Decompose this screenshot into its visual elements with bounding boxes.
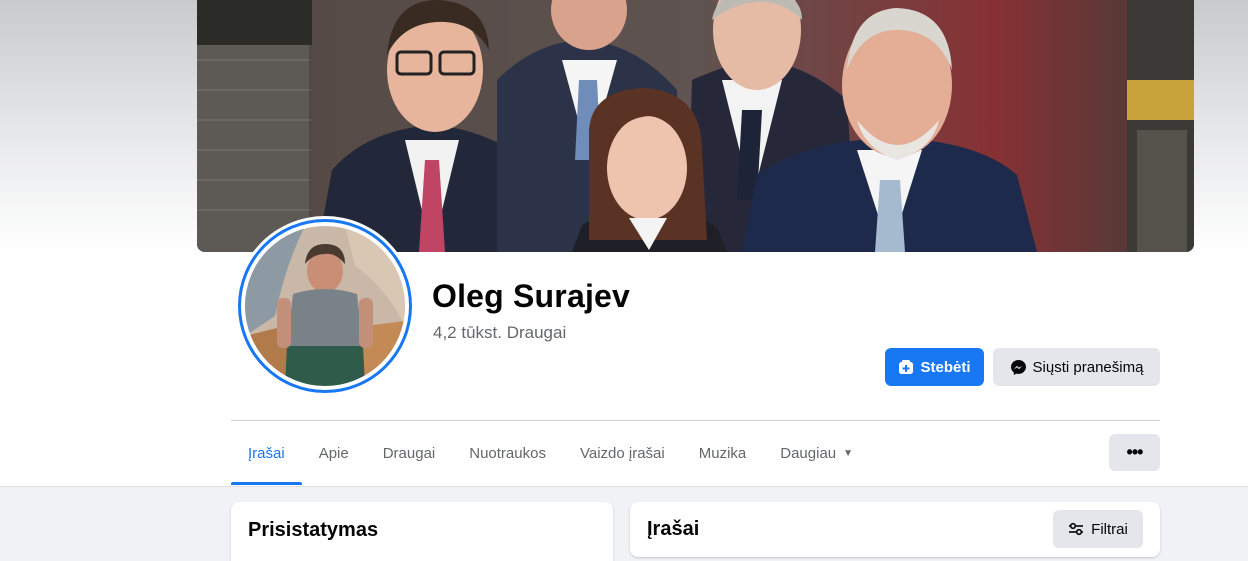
posts-title: Įrašai [647,518,700,540]
profile-tabs: Įrašai Apie Draugai Nuotraukos Vaizdo įr… [231,421,870,485]
filters-button[interactable]: Filtrai [1053,510,1143,548]
tab-more[interactable]: Daugiau ▼ [763,421,870,485]
tab-music[interactable]: Muzika [682,421,764,485]
tab-about[interactable]: Apie [302,421,366,485]
cover-photo[interactable] [197,0,1194,252]
messenger-icon [1010,359,1027,376]
tab-label: Apie [318,444,349,462]
more-options-button[interactable]: ••• [1109,434,1160,471]
tab-friends[interactable]: Draugai [366,421,453,485]
intro-card: Prisistatymas [231,502,613,561]
follow-icon [898,359,914,375]
send-message-label: Siųsti pranešimą [1032,358,1144,376]
tab-label: Nuotraukos [469,444,546,462]
intro-title: Prisistatymas [248,519,379,541]
profile-avatar[interactable] [235,216,415,396]
tab-label: Vaizdo įrašai [579,444,665,462]
profile-page: Oleg Surajev 4,2 tūkst. Draugai Stebėti … [0,0,1248,561]
tab-label: Įrašai [248,444,285,462]
tab-photos[interactable]: Nuotraukos [452,421,563,485]
tab-label: Muzika [698,444,747,462]
friends-count[interactable]: 4,2 tūkst. Draugai [433,323,566,343]
tab-label: Daugiau [780,444,837,462]
follow-button[interactable]: Stebėti [885,348,984,386]
ellipsis-icon: ••• [1126,442,1144,462]
tab-label: Draugai [382,444,436,462]
tab-posts[interactable]: Įrašai [231,421,302,485]
send-message-button[interactable]: Siųsti pranešimą [993,348,1160,386]
follow-label: Stebėti [920,358,971,376]
posts-card: Įrašai Filtrai [630,502,1160,557]
tab-videos[interactable]: Vaizdo įrašai [563,421,682,485]
caret-down-icon: ▼ [843,447,854,459]
avatar-image [245,226,405,386]
profile-name: Oleg Surajev [432,278,631,314]
filters-label: Filtrai [1091,520,1128,538]
filter-sliders-icon [1068,522,1084,536]
